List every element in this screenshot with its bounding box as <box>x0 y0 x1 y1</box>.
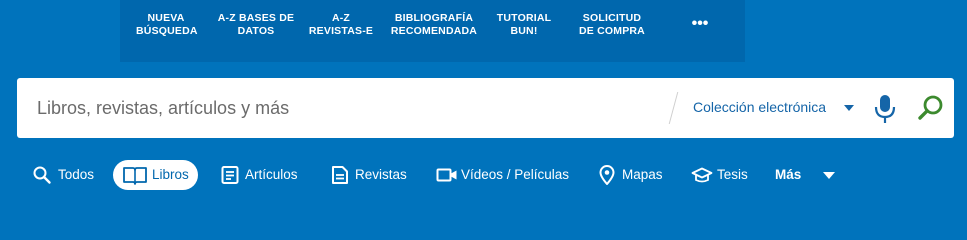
resource-type-tabs: Todos Libros Artículos Revistas Vídeos /… <box>0 160 967 190</box>
nav-label-line1: BIBLIOGRAFÍA <box>394 12 474 24</box>
nav-label-line1: A-Z BASES DE <box>217 12 295 24</box>
tab-libros[interactable]: Libros <box>113 160 198 190</box>
nav-new-search[interactable]: NUEVA BÚSQUEDA <box>136 12 198 42</box>
more-options-icon[interactable]: ••• <box>691 14 709 34</box>
divider <box>668 92 679 124</box>
nav-label-line2: RECOMENDADA <box>390 25 478 37</box>
tab-todos[interactable]: Todos <box>30 160 100 190</box>
video-camera-icon <box>436 165 458 185</box>
tab-label: Revistas <box>355 167 407 182</box>
chevron-down-icon[interactable] <box>823 172 835 179</box>
nav-tutorial[interactable]: TUTORIAL BUN! <box>494 12 554 42</box>
nav-az-databases[interactable]: A-Z BASES DE DATOS <box>216 12 296 42</box>
nav-label-line2: BÚSQUEDA <box>136 25 198 37</box>
nav-label-line2: DATOS <box>237 25 275 37</box>
nav-label-line2: DE COMPRA <box>579 25 645 37</box>
search-input[interactable] <box>37 78 657 138</box>
nav-az-ejournals[interactable]: A-Z REVISTAS-E <box>308 12 374 42</box>
nav-purchase-request[interactable]: SOLICITUD DE COMPRA <box>576 12 648 42</box>
graduation-cap-icon <box>691 165 713 185</box>
tab-label: Más <box>775 167 802 182</box>
tab-tesis[interactable]: Tesis <box>690 160 750 190</box>
tab-videos-peliculas[interactable]: Vídeos / Películas <box>434 160 572 190</box>
tab-label: Tesis <box>717 167 748 182</box>
tab-revistas[interactable]: Revistas <box>328 160 410 190</box>
tab-label: Artículos <box>245 167 298 182</box>
tab-mapas[interactable]: Mapas <box>595 160 667 190</box>
nav-label-line1: A-Z <box>331 12 351 24</box>
article-icon <box>220 165 240 185</box>
nav-recommended-bibliography[interactable]: BIBLIOGRAFÍA RECOMENDADA <box>390 12 478 42</box>
nav-label-line1: SOLICITUD <box>582 12 642 24</box>
nav-label-line2: REVISTAS-E <box>308 25 374 37</box>
search-bar: Colección electrónica <box>17 78 954 138</box>
scope-dropdown[interactable]: Colección electrónica <box>693 78 859 138</box>
nav-label-line2: BUN! <box>510 25 538 37</box>
map-pin-icon <box>597 165 617 185</box>
tab-label: Libros <box>152 167 189 182</box>
scope-label: Colección electrónica <box>693 99 827 115</box>
nav-label-line1: TUTORIAL <box>496 12 552 24</box>
search-go-icon[interactable] <box>917 94 945 122</box>
nav-label-line1: NUEVA <box>147 12 185 24</box>
journal-icon <box>330 165 350 185</box>
open-book-icon <box>122 165 148 185</box>
tab-label: Todos <box>58 167 95 182</box>
top-navigation: NUEVA BÚSQUEDA A-Z BASES DE DATOS A-Z RE… <box>120 0 745 62</box>
tab-label: Vídeos / Películas <box>461 167 570 182</box>
tab-label: Mapas <box>622 167 663 182</box>
tab-articulos[interactable]: Artículos <box>218 160 308 190</box>
search-icon <box>32 165 52 185</box>
microphone-icon[interactable] <box>873 94 897 124</box>
tab-mas[interactable]: Más <box>775 160 809 190</box>
caret-down-icon <box>844 105 854 111</box>
